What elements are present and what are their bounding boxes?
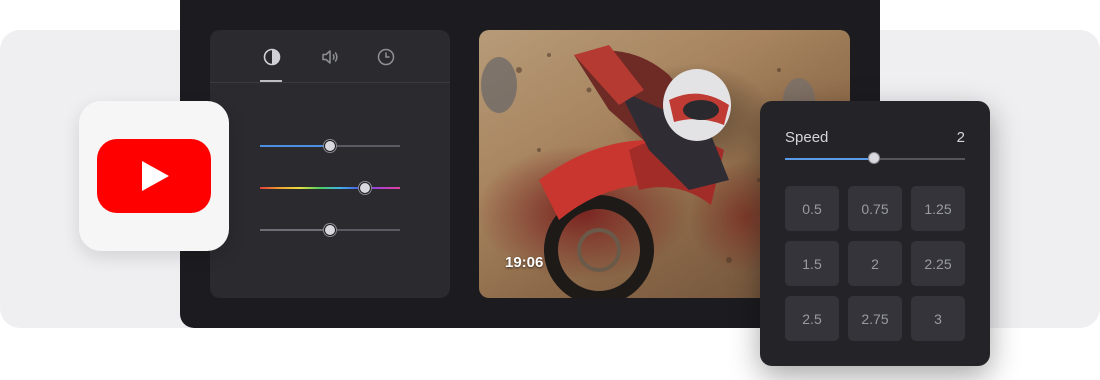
hue-slider-thumb[interactable] bbox=[359, 182, 371, 194]
speed-slider[interactable] bbox=[785, 152, 965, 166]
tab-clock[interactable] bbox=[373, 44, 399, 70]
controls-panel bbox=[210, 30, 450, 298]
brightness-slider-thumb[interactable] bbox=[324, 140, 336, 152]
brightness-slider[interactable] bbox=[260, 139, 400, 153]
speed-option-button[interactable]: 2.25 bbox=[911, 241, 965, 286]
speed-option-button[interactable]: 2.75 bbox=[848, 296, 902, 341]
brightness-slider-fill bbox=[260, 145, 330, 147]
speed-option-button[interactable]: 3 bbox=[911, 296, 965, 341]
speed-option-button[interactable]: 2.5 bbox=[785, 296, 839, 341]
neutral-slider-fill bbox=[260, 229, 330, 231]
hue-slider-track bbox=[260, 187, 400, 189]
controls-tabs bbox=[210, 30, 450, 83]
speed-option-button[interactable]: 1.5 bbox=[785, 241, 839, 286]
speed-option-button[interactable]: 1.25 bbox=[911, 186, 965, 231]
video-timestamp: 19:06 bbox=[505, 254, 544, 271]
neutral-slider-thumb[interactable] bbox=[324, 224, 336, 236]
speed-option-button[interactable]: 0.5 bbox=[785, 186, 839, 231]
hue-slider[interactable] bbox=[260, 181, 400, 195]
clock-icon bbox=[377, 48, 395, 66]
speed-option-button[interactable]: 0.75 bbox=[848, 186, 902, 231]
speed-option-button[interactable]: 2 bbox=[848, 241, 902, 286]
speed-label: Speed bbox=[785, 129, 829, 146]
tab-contrast[interactable] bbox=[259, 44, 285, 70]
speed-value: 2 bbox=[956, 129, 965, 146]
speed-slider-thumb[interactable] bbox=[869, 153, 879, 163]
speed-panel: Speed 2 0.5 0.75 1.25 1.5 2 2.25 2.5 2.75 3 bbox=[760, 101, 990, 366]
tab-volume[interactable] bbox=[317, 44, 343, 70]
speed-slider-fill bbox=[785, 158, 875, 160]
neutral-slider[interactable] bbox=[260, 223, 400, 237]
youtube-logo-icon bbox=[97, 139, 211, 213]
active-tab-indicator bbox=[260, 80, 282, 82]
contrast-icon bbox=[263, 48, 281, 66]
volume-icon bbox=[322, 50, 338, 64]
youtube-logo-tile bbox=[79, 101, 229, 251]
